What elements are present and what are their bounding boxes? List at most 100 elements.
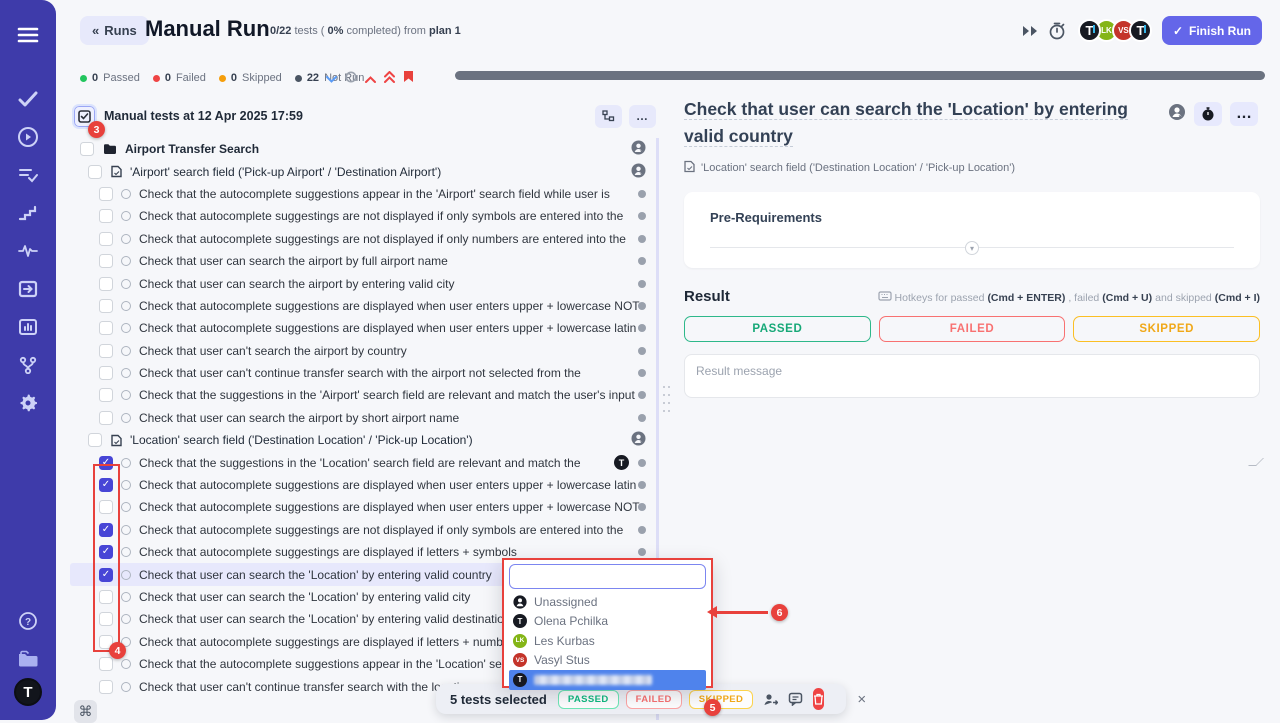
suite-row[interactable]: 'Location' search field ('Destination Lo…	[70, 429, 656, 451]
test-status-circle[interactable]	[121, 279, 131, 289]
suite-row[interactable]: 'Airport' search field ('Pick-up Airport…	[70, 160, 656, 182]
test-row[interactable]: Check that user can search the airport b…	[70, 250, 656, 272]
test-row[interactable]: ✓Check that the suggestions in the 'Loca…	[70, 451, 656, 473]
test-status-circle[interactable]	[121, 502, 131, 512]
double-chevron-up-icon[interactable]	[384, 70, 395, 88]
row-checkbox[interactable]	[88, 165, 102, 179]
assignee-avatars[interactable]: TLKVST	[1078, 19, 1152, 42]
row-checkbox[interactable]	[99, 277, 113, 291]
analytics-icon[interactable]	[9, 308, 47, 346]
test-title[interactable]: Check that user can search the 'Location…	[684, 96, 1162, 150]
logo-avatar[interactable]: T	[1078, 19, 1101, 42]
row-checkbox[interactable]	[99, 209, 113, 223]
close-selection-icon[interactable]: ×	[857, 691, 866, 708]
passed-button[interactable]: PASSED	[684, 316, 871, 342]
bulk-skipped-button[interactable]: SKIPPED	[689, 690, 754, 709]
test-status-circle[interactable]	[121, 614, 131, 624]
test-row[interactable]: Check that user can't continue transfer …	[70, 362, 656, 384]
test-status-circle[interactable]	[121, 256, 131, 266]
test-status-circle[interactable]	[121, 570, 131, 580]
branch-icon[interactable]	[9, 346, 47, 384]
comment-icon[interactable]	[788, 692, 803, 706]
bookmark-icon[interactable]	[403, 70, 414, 88]
row-checkbox[interactable]	[99, 657, 113, 671]
row-checkbox[interactable]	[99, 321, 113, 335]
result-message-input[interactable]	[684, 354, 1260, 398]
test-status-circle[interactable]	[121, 659, 131, 669]
menu-icon[interactable]	[9, 16, 47, 54]
help-icon[interactable]: ?	[9, 602, 47, 640]
test-status-circle[interactable]	[121, 592, 131, 602]
delete-button[interactable]	[813, 688, 824, 710]
test-row[interactable]: Check that autocomplete suggestings are …	[70, 228, 656, 250]
test-status-circle[interactable]	[121, 525, 131, 535]
detail-more-button[interactable]: …	[1230, 102, 1258, 126]
projects-folder-icon[interactable]	[9, 640, 47, 678]
fast-forward-icon[interactable]	[1022, 25, 1038, 37]
tree-view-toggle-button[interactable]	[595, 105, 622, 128]
circle-filter-icon[interactable]	[345, 70, 357, 88]
collapse-chevron-icon[interactable]	[326, 70, 337, 88]
row-checkbox[interactable]	[88, 433, 102, 447]
row-checkbox[interactable]	[99, 187, 113, 201]
pulse-icon[interactable]	[9, 232, 47, 270]
tree-more-button[interactable]: …	[629, 105, 656, 128]
divider-grip-handle[interactable]	[663, 386, 671, 416]
test-status-circle[interactable]	[121, 234, 131, 244]
assignee-option[interactable]: LKLes Kurbas	[509, 631, 706, 651]
test-status-circle[interactable]	[121, 301, 131, 311]
settings-gear-icon[interactable]	[9, 384, 47, 422]
assignee-search-input[interactable]	[509, 564, 706, 589]
test-list-icon[interactable]	[9, 156, 47, 194]
folder-row[interactable]: Airport Transfer Search	[70, 138, 656, 160]
row-checkbox[interactable]	[99, 388, 113, 402]
timer-icon[interactable]	[1048, 22, 1066, 40]
test-status-circle[interactable]	[121, 682, 131, 692]
ink-timer-button[interactable]	[1194, 102, 1222, 126]
test-row[interactable]: Check that autocomplete suggestions are …	[70, 295, 656, 317]
test-status-circle[interactable]	[121, 480, 131, 490]
bulk-passed-button[interactable]: PASSED	[558, 690, 619, 709]
test-row[interactable]: ✓Check that autocomplete suggestings are…	[70, 519, 656, 541]
test-row[interactable]: Check that user can search the airport b…	[70, 272, 656, 294]
run-play-icon[interactable]	[9, 118, 47, 156]
test-status-circle[interactable]	[121, 323, 131, 333]
test-row[interactable]: Check that user can't search the airport…	[70, 340, 656, 362]
assignee-option[interactable]: Unassigned	[509, 592, 706, 612]
test-row[interactable]: Check that user can search the airport b…	[70, 407, 656, 429]
row-checkbox[interactable]	[99, 411, 113, 425]
bulk-failed-button[interactable]: FAILED	[626, 690, 682, 709]
assignee-option[interactable]: VSVasyl Stus	[509, 651, 706, 671]
check-icon[interactable]	[9, 80, 47, 118]
logo-avatar[interactable]: T	[614, 455, 629, 470]
test-status-circle[interactable]	[121, 547, 131, 557]
row-checkbox[interactable]	[80, 142, 94, 156]
test-status-circle[interactable]	[121, 189, 131, 199]
assignee-person-icon[interactable]	[631, 163, 646, 181]
failed-button[interactable]: FAILED	[879, 316, 1066, 342]
test-row[interactable]: Check that the suggestions in the 'Airpo…	[70, 384, 656, 406]
assignee-person-icon[interactable]	[631, 140, 646, 158]
user-avatar[interactable]: T	[14, 678, 42, 706]
row-checkbox[interactable]	[99, 344, 113, 358]
resize-handle-icon[interactable]	[1248, 458, 1264, 466]
assignee-person-icon[interactable]	[1168, 103, 1186, 126]
collapse-toggle-icon[interactable]: ▾	[965, 241, 979, 255]
test-row[interactable]: Check that autocomplete suggestions are …	[70, 317, 656, 339]
row-checkbox[interactable]	[99, 680, 113, 694]
test-row[interactable]: ✓Check that autocomplete suggestions are…	[70, 474, 656, 496]
import-icon[interactable]	[9, 270, 47, 308]
test-row[interactable]: Check that autocomplete suggestions are …	[70, 496, 656, 518]
test-row[interactable]: Check that autocomplete suggestings are …	[70, 205, 656, 227]
test-status-circle[interactable]	[121, 368, 131, 378]
finish-run-button[interactable]: ✓Finish Run	[1162, 16, 1262, 45]
row-checkbox[interactable]	[99, 366, 113, 380]
assignee-option[interactable]: TOlena Pchilka	[509, 612, 706, 632]
logo-avatar[interactable]: T	[1129, 19, 1152, 42]
steps-icon[interactable]	[9, 194, 47, 232]
test-status-circle[interactable]	[121, 458, 131, 468]
test-status-circle[interactable]	[121, 211, 131, 221]
chevron-up-icon[interactable]	[365, 70, 376, 88]
test-row[interactable]: Check that the autocomplete suggestions …	[70, 183, 656, 205]
assign-user-icon[interactable]	[763, 693, 778, 706]
